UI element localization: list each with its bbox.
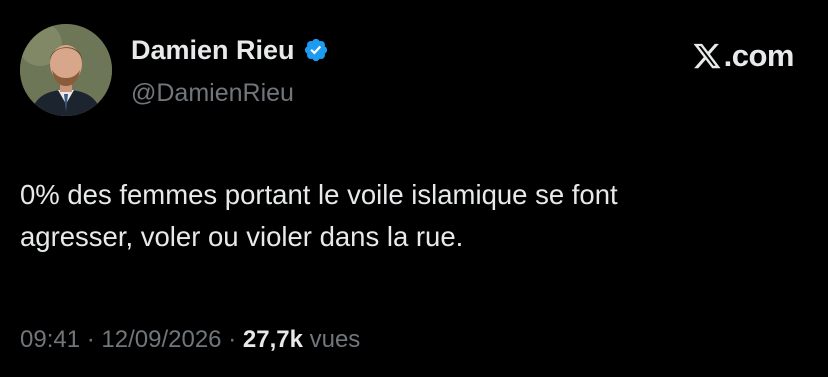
author-display-name[interactable]: Damien Rieu: [131, 34, 295, 66]
tweet-time[interactable]: 09:41: [20, 326, 80, 353]
tweet-date[interactable]: 12/09/2026: [101, 326, 221, 353]
avatar-portrait-icon: [20, 24, 112, 116]
tweet-card: Damien Rieu @DamienRieu .com 0% des femm…: [0, 0, 828, 377]
tweet-text: 0% des femmes portant le voile islamique…: [20, 174, 810, 258]
tweet-text-line: agresser, voler ou violer dans la rue.: [20, 221, 464, 252]
brand-suffix: .com: [723, 38, 795, 73]
author-name-row: Damien Rieu: [131, 34, 329, 66]
brand-label: .com: [692, 38, 795, 74]
verified-badge-icon: [303, 37, 329, 63]
x-logo-icon: [692, 41, 722, 71]
meta-separator: ·: [228, 326, 237, 353]
tweet-text-line: 0% des femmes portant le voile islamique…: [20, 179, 618, 210]
tweet-meta: 09:41 · 12/09/2026 · 27,7k vues: [20, 325, 360, 355]
author-handle[interactable]: @DamienRieu: [131, 78, 294, 108]
views-label: vues: [309, 326, 361, 353]
meta-separator: ·: [86, 326, 95, 353]
views-count: 27,7k: [242, 326, 303, 353]
avatar[interactable]: [20, 24, 112, 116]
